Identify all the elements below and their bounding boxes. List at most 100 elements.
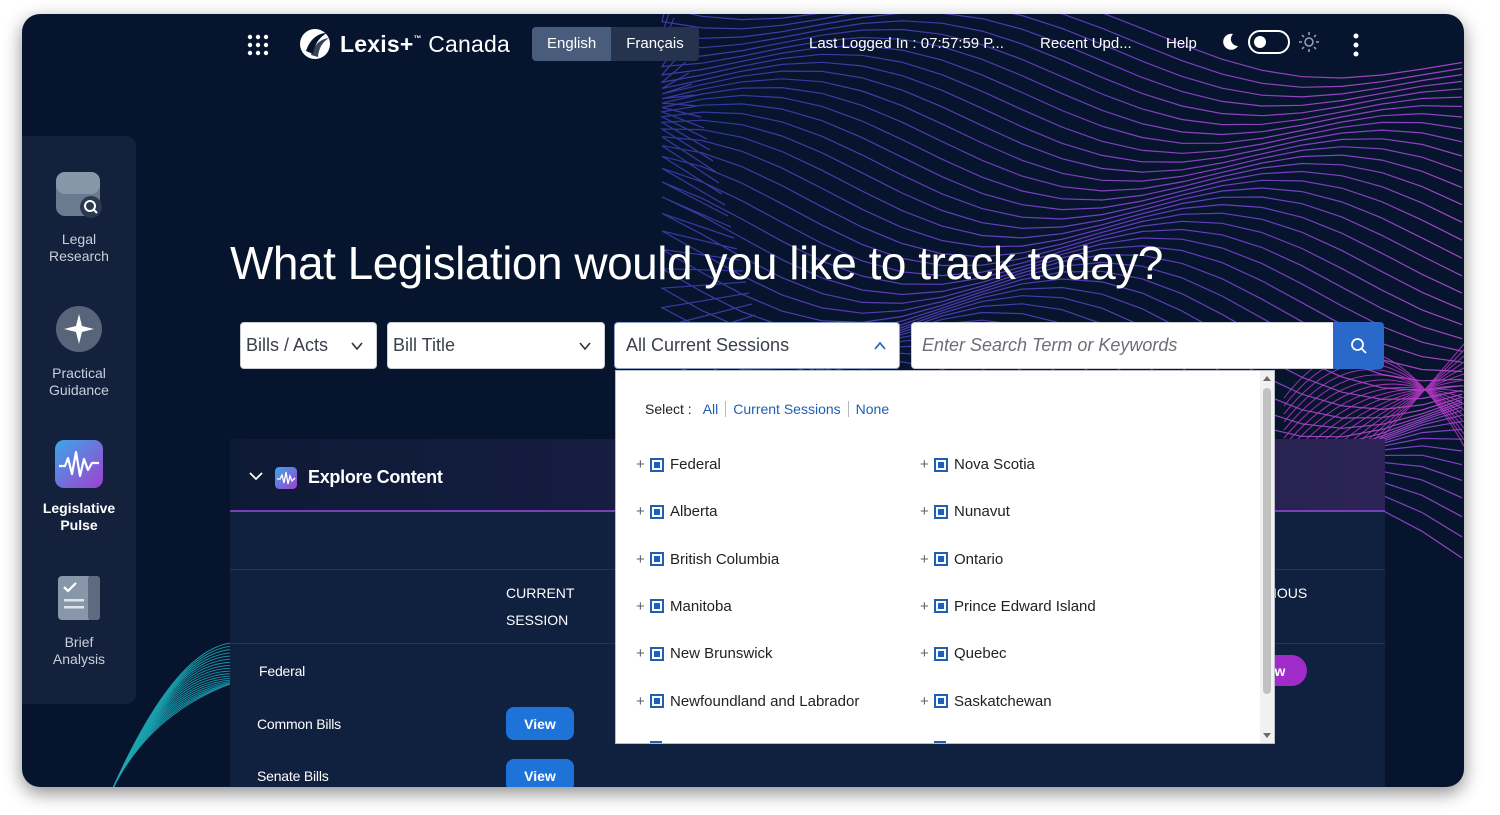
region-option[interactable]: + Alberta	[636, 503, 718, 520]
select-current-sessions-link[interactable]: Current Sessions	[726, 401, 847, 417]
sidebar-item-brief-analysis[interactable]: Brief Analysis	[22, 573, 136, 668]
chevron-down-icon	[351, 341, 363, 350]
senate-bills-view-button[interactable]: View	[506, 759, 574, 787]
sidebar-item-label: Legal Research	[49, 231, 109, 264]
region-option[interactable]: + Federal	[636, 456, 721, 473]
select-all-link[interactable]: All	[696, 401, 726, 417]
compass-star-icon	[56, 306, 102, 352]
search-icon	[1350, 337, 1367, 354]
option-checkbox-partial	[934, 741, 946, 743]
option-label: Newfoundland and Labrador	[670, 692, 860, 710]
top-bar: Lexis+™ Canada English Français Last Log…	[22, 14, 1464, 76]
option-checkbox[interactable]	[934, 646, 948, 661]
option-label: Quebec	[954, 645, 1007, 663]
region-option[interactable]: + British Columbia	[636, 551, 779, 568]
pulse-wave-icon	[275, 467, 297, 489]
scroll-up-arrow[interactable]	[1263, 376, 1271, 381]
option-label: Nova Scotia	[954, 456, 1035, 473]
chevron-down-icon[interactable]	[248, 469, 264, 483]
region-option[interactable]: + Quebec	[920, 645, 1007, 662]
search-button[interactable]	[1333, 322, 1384, 369]
dropdown-scrollbar[interactable]	[1260, 371, 1274, 743]
session-dropdown-panel: Select : All Current Sessions None + Fede…	[615, 370, 1275, 744]
region-option[interactable]: + Newfoundland and Labrador	[636, 693, 859, 710]
expand-plus-icon[interactable]: +	[920, 645, 934, 662]
region-option[interactable]: + Nova Scotia	[920, 456, 1035, 473]
field-select[interactable]: Bill Title	[387, 322, 605, 369]
option-label: New Brunswick	[670, 645, 773, 663]
option-checkbox[interactable]	[650, 599, 664, 614]
expand-plus-icon[interactable]: +	[920, 598, 934, 615]
expand-plus-icon[interactable]: +	[636, 693, 650, 710]
app-grid-icon[interactable]	[246, 34, 270, 56]
region-option[interactable]: + Prince Edward Island	[920, 598, 1096, 615]
sidebar-nav: Legal Research Practical Guidance Legislat…	[22, 136, 136, 704]
option-checkbox[interactable]	[650, 694, 664, 708]
option-checkbox[interactable]	[934, 552, 948, 567]
option-checkbox[interactable]	[934, 694, 948, 708]
region-option[interactable]: + Manitoba	[636, 598, 732, 615]
explore-content-title: Explore Content	[308, 467, 443, 487]
pulse-wave-icon	[55, 440, 103, 488]
expand-plus-icon[interactable]: +	[636, 598, 650, 615]
sidebar-item-label: Legislative Pulse	[42, 500, 116, 533]
lexis-logo-icon	[300, 29, 330, 59]
column-header-previous-session: IOUS	[1273, 585, 1308, 601]
row-label-federal: Federal	[259, 663, 306, 679]
field-select-value: Bill Title	[393, 335, 456, 355]
option-label: Alberta	[670, 503, 718, 521]
session-select[interactable]: All Current Sessions	[614, 322, 900, 369]
option-checkbox[interactable]	[934, 504, 948, 519]
select-label: Select :	[645, 401, 692, 417]
expand-plus-icon[interactable]: +	[920, 503, 934, 520]
help-link[interactable]: Help	[1166, 35, 1197, 52]
option-checkbox[interactable]	[650, 646, 664, 661]
option-checkbox[interactable]	[934, 457, 948, 472]
expand-plus-icon[interactable]: +	[920, 693, 934, 710]
expand-plus-icon[interactable]: +	[636, 551, 650, 568]
search-input[interactable]	[911, 322, 1335, 369]
scrollbar-thumb[interactable]	[1263, 388, 1271, 694]
hero-headline: What Legislation would you like to track…	[230, 237, 1163, 289]
expand-plus-icon[interactable]: +	[636, 503, 650, 520]
last-logged-in[interactable]: Last Logged In : 07:57:59 P...	[809, 35, 1004, 52]
region-option[interactable]: + New Brunswick	[636, 645, 773, 662]
option-checkbox[interactable]	[650, 457, 664, 472]
row-label-common-bills: Common Bills	[257, 716, 341, 732]
option-label: British Columbia	[670, 550, 780, 568]
language-english-button[interactable]: English	[532, 27, 612, 61]
sidebar-item-legal-research[interactable]: Legal Research	[22, 170, 136, 265]
type-select[interactable]: Bills / Acts	[240, 322, 377, 369]
expand-plus-icon[interactable]: +	[920, 551, 934, 568]
option-label: Prince Edward Island	[954, 597, 1096, 615]
chevron-down-icon	[579, 341, 591, 350]
moon-icon	[1223, 33, 1238, 50]
expand-plus-icon[interactable]: +	[636, 456, 650, 473]
recent-updates-link[interactable]: Recent Upd...	[1040, 35, 1132, 52]
region-option[interactable]: + Ontario	[920, 551, 1003, 568]
scroll-down-arrow[interactable]	[1263, 733, 1271, 738]
option-checkbox-partial	[650, 741, 662, 743]
brand-name: Lexis+™ Canada	[340, 30, 511, 57]
expand-plus-icon[interactable]: +	[636, 645, 650, 662]
checklist-icon	[58, 576, 100, 620]
sidebar-item-legislative-pulse[interactable]: Legislative Pulse	[22, 439, 136, 534]
option-checkbox[interactable]	[650, 552, 664, 567]
lexis-logo[interactable]: Lexis+™ Canada	[298, 26, 510, 62]
more-options-icon[interactable]	[1350, 32, 1362, 58]
chevron-up-icon	[874, 341, 886, 350]
select-shortcuts: Select : All Current Sessions None	[645, 401, 896, 417]
region-option[interactable]: + Saskatchewan	[920, 693, 1052, 710]
sidebar-item-practical-guidance[interactable]: Practical Guidance	[22, 304, 136, 399]
select-none-link[interactable]: None	[849, 401, 896, 417]
region-option[interactable]: + Nunavut	[920, 503, 1010, 520]
option-label: Saskatchewan	[954, 692, 1052, 710]
option-checkbox[interactable]	[650, 504, 664, 519]
expand-plus-icon[interactable]: +	[920, 456, 934, 473]
common-bills-view-button[interactable]: View	[506, 707, 574, 740]
dark-mode-toggle[interactable]	[1248, 30, 1290, 54]
language-french-button[interactable]: Français	[611, 27, 699, 61]
option-label: Manitoba	[670, 597, 732, 615]
language-switch: English Français	[532, 27, 699, 61]
option-checkbox[interactable]	[934, 599, 948, 614]
